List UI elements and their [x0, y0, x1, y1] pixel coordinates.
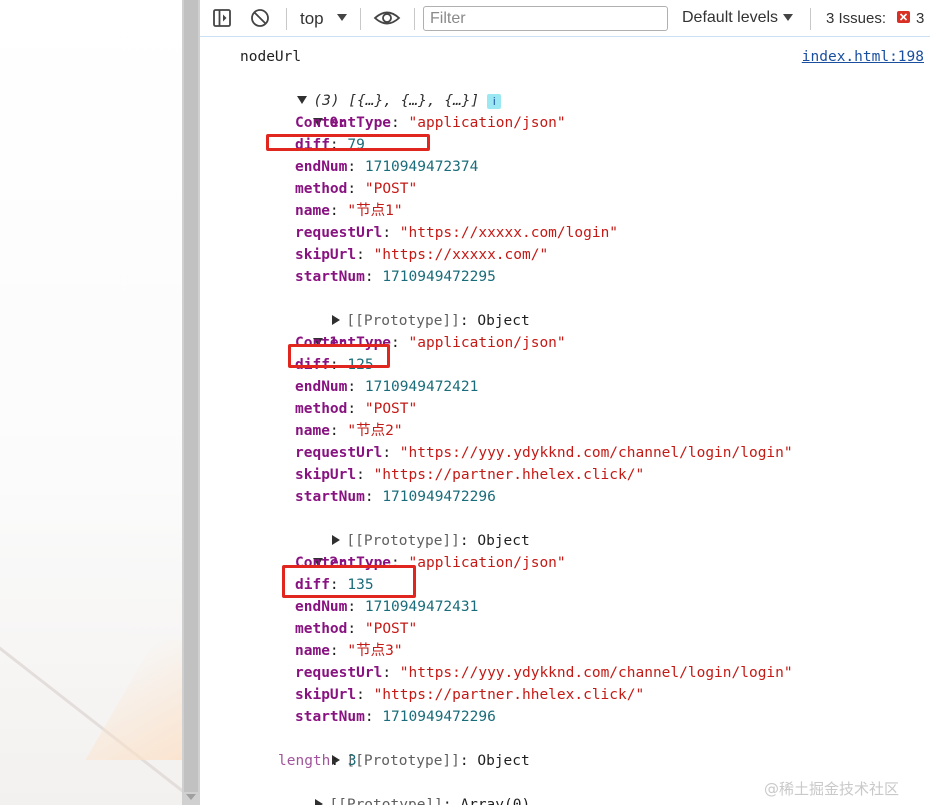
- property-row: name: "节点3": [295, 643, 403, 659]
- property-row: startNum: 1710949472296: [295, 709, 496, 725]
- property-value: "节点1": [347, 203, 403, 219]
- console-output: nodeUrl index.html:198 (3) [{…}, {…}, {……: [200, 38, 930, 805]
- length-value: 3: [347, 753, 357, 769]
- issues-count[interactable]: 3: [916, 10, 924, 27]
- property-row: method: "POST": [295, 181, 418, 197]
- property-value: 1710949472295: [382, 269, 496, 285]
- array-prototype-row[interactable]: [[Prototype]]: Array(0): [263, 772, 530, 805]
- prototype-key: [[Prototype]]: [346, 313, 460, 329]
- property-value: "application/json": [408, 115, 566, 131]
- property-row: startNum: 1710949472295: [295, 269, 496, 285]
- property-value: 1710949472374: [364, 159, 479, 175]
- property-row: name: "节点2": [295, 423, 403, 439]
- scrollbar-thumb[interactable]: [184, 0, 198, 792]
- decor-shape: [85, 640, 182, 760]
- diff-highlight-box: [266, 134, 430, 151]
- property-row: requestUrl: "https://yyy.ydykknd.com/cha…: [295, 445, 793, 461]
- property-value: "https://yyy.ydykknd.com/channel/login/l…: [399, 665, 793, 681]
- eye-icon[interactable]: [373, 8, 401, 28]
- property-row: skipUrl: "https://xxxxx.com/": [295, 247, 549, 263]
- prototype-value: Object: [477, 533, 530, 549]
- diff-highlight-box: [282, 565, 416, 598]
- console-toolbar: top Default levels 3 Issues: 3: [200, 0, 930, 37]
- property-row: requestUrl: "https://yyy.ydykknd.com/cha…: [295, 665, 793, 681]
- array-item-row[interactable]: 1:: [261, 310, 347, 351]
- property-value: 1710949472296: [382, 489, 496, 505]
- property-value: "https://xxxxx.com/login": [399, 225, 619, 241]
- context-selector[interactable]: top: [300, 9, 324, 29]
- prototype-row[interactable]: [[Prototype]]: Object: [280, 288, 530, 329]
- issues-label[interactable]: 3 Issues:: [826, 10, 886, 27]
- property-row: ContentType: "application/json": [295, 115, 566, 131]
- log-message-label: nodeUrl: [240, 49, 302, 65]
- toolbar-separator: [286, 8, 287, 30]
- filter-input[interactable]: [423, 6, 668, 31]
- scroll-down-arrow-icon[interactable]: [186, 794, 196, 800]
- property-row: skipUrl: "https://partner.hhelex.click/": [295, 687, 645, 703]
- property-value: "POST": [364, 621, 418, 637]
- property-row: name: "节点1": [295, 203, 403, 219]
- property-value: "https://partner.hhelex.click/": [373, 687, 645, 703]
- prototype-key: [[Prototype]]: [329, 797, 443, 805]
- diff-highlight-box: [288, 344, 390, 368]
- length-row: length: 3: [278, 753, 357, 769]
- toolbar-separator: [810, 8, 811, 30]
- property-row: endNum: 1710949472431: [295, 599, 479, 615]
- prototype-value: Object: [477, 313, 530, 329]
- length-key: length: [278, 753, 331, 769]
- property-row: method: "POST": [295, 401, 418, 417]
- chevron-down-icon[interactable]: [337, 14, 347, 21]
- prototype-value: Array(0): [460, 797, 531, 805]
- property-value: "https://xxxxx.com/": [373, 247, 549, 263]
- property-row: startNum: 1710949472296: [295, 489, 496, 505]
- chevron-down-icon[interactable]: [783, 14, 793, 21]
- info-icon[interactable]: i: [487, 94, 502, 109]
- property-row: requestUrl: "https://xxxxx.com/login": [295, 225, 619, 241]
- property-value: 1710949472421: [364, 379, 479, 395]
- property-value: "https://partner.hhelex.click/": [373, 467, 645, 483]
- watermark: @稀土掘金技术社区: [764, 780, 900, 798]
- property-value: "application/json": [408, 335, 566, 351]
- prototype-row[interactable]: [[Prototype]]: Object: [280, 728, 530, 769]
- log-levels-dropdown[interactable]: Default levels: [682, 9, 778, 27]
- array-summary-row[interactable]: (3) [{…}, {…}, {…}] i: [245, 68, 502, 109]
- page-viewport: [0, 0, 182, 805]
- prototype-value: Object: [477, 753, 530, 769]
- property-value: "POST": [364, 401, 418, 417]
- property-row: method: "POST": [295, 621, 418, 637]
- error-flag-icon[interactable]: [897, 11, 910, 23]
- toolbar-separator: [360, 8, 361, 30]
- array-item-row[interactable]: 2:: [261, 530, 347, 571]
- property-row: endNum: 1710949472374: [295, 159, 479, 175]
- source-link[interactable]: index.html:198: [802, 46, 924, 68]
- property-row: endNum: 1710949472421: [295, 379, 479, 395]
- property-value: "节点2": [347, 423, 403, 439]
- prototype-key: [[Prototype]]: [346, 533, 460, 549]
- expand-triangle-right-icon[interactable]: [315, 799, 324, 805]
- clear-console-icon[interactable]: [250, 8, 270, 28]
- prototype-key: [[Prototype]]: [346, 753, 460, 769]
- property-value: "application/json": [408, 555, 566, 571]
- property-row: skipUrl: "https://partner.hhelex.click/": [295, 467, 645, 483]
- property-value: 1710949472431: [364, 599, 479, 615]
- property-value: "节点3": [347, 643, 403, 659]
- property-value: "POST": [364, 181, 418, 197]
- property-value: 1710949472296: [382, 709, 496, 725]
- prototype-row[interactable]: [[Prototype]]: Object: [280, 508, 530, 549]
- property-value: "https://yyy.ydykknd.com/channel/login/l…: [399, 445, 793, 461]
- array-item-row[interactable]: 0:: [261, 90, 347, 131]
- sidebar-toggle-icon[interactable]: [212, 8, 232, 28]
- toolbar-separator: [414, 8, 415, 30]
- devtools-console-panel: top Default levels 3 Issues: 3 nodeUrl i…: [200, 0, 930, 805]
